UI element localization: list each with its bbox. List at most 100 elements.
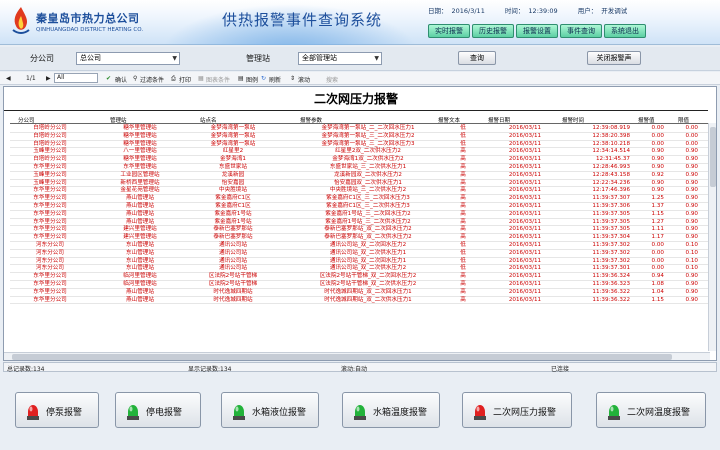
table-row[interactable]: 东华里分公司 金星花苑管理站 中央胜境站 中央胜境站_三_二次供水压力2 高 2016/0… — [10, 187, 708, 196]
company-name: 秦皇岛市热力总公司 — [36, 12, 140, 25]
table-row[interactable]: 东华里分公司 燕山管理站 紫金嘉府1号站 紫金嘉府1号站_三_二次回水压力2 高 2016… — [10, 211, 708, 219]
cell-alarm-time: 11:39:36.324 — [592, 273, 630, 280]
table-row[interactable]: 白塔岭分公司 糖华里管理站 金梦海湾第一泵站 金梦海湾第一泵站_二_二次回水压力1 低 2… — [10, 125, 708, 133]
alarm-light-bulb — [475, 405, 485, 416]
next-page-icon[interactable]: ▶ — [46, 75, 51, 82]
cell-alarm-value: 0.90 — [651, 148, 664, 155]
printer-icon: ⎙ — [171, 75, 176, 82]
cell-station: 燕山管理站 — [126, 202, 154, 209]
nav-exit-button[interactable]: 系统退出 — [604, 24, 646, 38]
filter-button[interactable]: 过滤条件 — [140, 75, 164, 84]
nav-history-alarm-button[interactable]: 历史报警 — [472, 24, 514, 38]
scroll-button[interactable]: 滚动 — [298, 75, 310, 84]
search-button[interactable]: 搜索 — [326, 75, 338, 84]
table-row[interactable]: 东华里分公司 燕山管理站 时代逸城四期站 时代逸城四期站_双_二次回水压力1 高 2016… — [10, 289, 708, 297]
cell-substation: 通讯公司站 — [219, 257, 247, 264]
confirm-button[interactable]: 确认 — [115, 75, 127, 84]
company-select[interactable]: 总公司 ▼ — [76, 52, 180, 65]
vertical-scrollbar[interactable] — [708, 123, 716, 351]
legend-button[interactable]: 图例 — [246, 75, 258, 84]
cell-station: 糖华里管理站 — [123, 132, 157, 139]
nav-realtime-alarm-button[interactable]: 实时报警 — [428, 24, 470, 38]
cell-alarm-time: 12:31:45.37 — [595, 156, 630, 163]
table-row[interactable]: 东华里分公司 东华里管理站 东盛世家站 东盛世家站_三_二次供水压力1 高 2016/03… — [10, 164, 708, 172]
shown-records: 显示记录数:134 — [188, 366, 232, 373]
cell-alarm-time: 11:39:37.307 — [592, 195, 630, 202]
cell-limit: 0.90 — [685, 234, 698, 241]
horizontal-scrollbar[interactable] — [4, 352, 710, 360]
date-label: 日期： — [428, 7, 448, 15]
table-row[interactable]: 东华里分公司 临河里管理站 区法院2号站干管梯 区法院2号站干管梯_双_二次供水压力2… — [10, 281, 708, 289]
cell-alarm-text: 高 — [460, 156, 466, 163]
power-outage-alarm-button[interactable]: 停电报警 — [115, 392, 201, 428]
cell-company: 白塔岭分公司 — [33, 140, 67, 147]
column-header-alarm-param: 报警参数 — [300, 118, 323, 124]
cell-alarm-time: 11:39:36.323 — [592, 280, 630, 287]
table-row[interactable]: 白塔岭分公司 糖华里管理站 金梦海湾第一泵站 金梦海湾第一泵站_三_二次回水压力2 低 2… — [10, 133, 708, 141]
table-row[interactable]: 东华里分公司 建兴里管理站 泰新巴塞罗那站 泰新巴塞罗那站_双_二次供水压力2 高 201… — [10, 234, 708, 242]
cell-limit: 0.10 — [685, 241, 698, 248]
cell-alarm-text: 高 — [460, 179, 466, 186]
tank-level-alarm-button[interactable]: 水箱液位报警 — [221, 392, 319, 428]
table-row[interactable]: 东华里分公司 建兴里管理站 泰新巴塞罗那站 泰新巴塞罗那站_双_二次回水压力2 高 201… — [10, 226, 708, 235]
refresh-icon: ↻ — [261, 75, 267, 82]
page-scope-select[interactable]: All — [54, 73, 98, 83]
station-filter-label: 管理站 — [246, 54, 270, 63]
cell-substation: 龙溪新园 — [221, 171, 245, 178]
cell-alarm-time: 12:39:08.919 — [592, 125, 630, 131]
cell-station: 燕山管理站 — [126, 210, 154, 217]
table-row[interactable]: 河东分公司 东山管理站 通讯公司站 通讯公司站_双_二次供水压力2 低 2016/03/1… — [10, 265, 708, 274]
cell-alarm-value: 1.37 — [651, 202, 664, 209]
chart-settings-button[interactable]: 图表条件 — [206, 75, 230, 84]
cell-limit: 0.90 — [685, 296, 698, 303]
chevron-down-icon: ▼ — [172, 55, 177, 62]
cell-substation: 时代逸城四期站 — [213, 296, 253, 303]
cell-alarm-text: 低 — [460, 140, 466, 147]
secondary-temperature-alarm-button[interactable]: 二次网温度报警 — [596, 392, 706, 428]
refresh-button[interactable]: 刷新 — [269, 75, 281, 84]
table-row[interactable]: 东华里分公司 燕山管理站 时代逸城四期站 时代逸城四期站_双_二次供水压力1 高 2016… — [10, 297, 708, 305]
scroll-icon: ⇕ — [290, 75, 296, 82]
table-row[interactable]: 白塔岭分公司 糖华里管理站 金梦海湾1 金梦海湾1双_二次供水压力2 高 2016/03/… — [10, 156, 708, 164]
cell-alarm-text: 高 — [460, 202, 466, 209]
cell-alarm-value: 0.90 — [651, 156, 664, 163]
column-header-alarm-time: 报警时间 — [562, 118, 585, 124]
first-page-icon[interactable]: ◀ — [6, 75, 11, 82]
close-alarm-sound-button[interactable]: 关闭报警声 — [587, 51, 641, 65]
cell-company: 东华里分公司 — [33, 296, 67, 303]
table-row[interactable]: 河东分公司 东山管理站 通讯公司站 通讯公司站_双_二次回水压力2 低 2016/03/1… — [10, 242, 708, 250]
table-row[interactable]: 东华里分公司 燕山管理站 紫金嘉府C1区 紫金嘉府C1区_三_二次供水压力3 高 2016… — [10, 203, 708, 211]
table-row[interactable]: 河东分公司 东山管理站 通讯公司站 通讯公司站_双_二次供水压力1 低 2016/03/1… — [10, 250, 708, 258]
tank-temperature-alarm-button[interactable]: 水箱温度报警 — [342, 392, 440, 428]
time-value: 12:39:09 — [528, 7, 558, 15]
table-row[interactable]: 东华里分公司 燕山管理站 紫金嘉府C1区 紫金嘉府C1区_三_二次回水压力3 高 2016… — [10, 195, 708, 203]
table-row[interactable]: 东华里分公司 临河里管理站 区法院2号站干管梯 区法院2号站干管梯_双_二次回水压力2… — [10, 273, 708, 281]
cell-limit: 0.10 — [685, 249, 698, 256]
auto-scroll-status: 滚动:自动 — [341, 366, 368, 373]
cell-alarm-value: 0.00 — [651, 132, 664, 139]
nav-event-query-button[interactable]: 事件查询 — [560, 24, 602, 38]
cell-alarm-value: 1.27 — [651, 218, 664, 225]
header-info: 日期： 2016/3/11 时间： 12:39:09 用户： 开发调试 — [428, 5, 645, 15]
cell-company: 河东分公司 — [36, 249, 64, 256]
cell-alarm-param: 紫金嘉府1号站_三_二次回水压力2 — [325, 210, 411, 217]
horizontal-scrollbar-thumb[interactable] — [12, 354, 672, 360]
nav-alarm-settings-button[interactable]: 报警设置 — [516, 24, 558, 38]
company-filter-label: 分公司 — [30, 54, 54, 63]
cell-station: 建兴里管理站 — [123, 234, 157, 241]
station-select[interactable]: 全部管理站 ▼ — [298, 52, 382, 65]
table-row[interactable]: 玉峰里分公司 工业园区管理站 龙溪新园 龙溪新园双_二次供水压力2 高 2016/03/1… — [10, 172, 708, 180]
query-button[interactable]: 查询 — [458, 51, 496, 65]
secondary-pressure-alarm-button[interactable]: 二次网压力报警 — [462, 392, 572, 428]
cell-alarm-param: 通讯公司站_双_二次供水压力1 — [329, 249, 407, 256]
cell-alarm-param: 时代逸城四期站_双_二次回水压力1 — [324, 288, 412, 295]
cell-alarm-param: 金梦海湾第一泵站_二_二次回水压力1 — [321, 125, 415, 131]
vertical-scrollbar-thumb[interactable] — [710, 127, 716, 187]
cell-alarm-text: 高 — [460, 288, 466, 295]
cell-alarm-text: 低 — [460, 265, 466, 272]
cell-substation: 区法院2号站干管梯 — [208, 280, 258, 287]
pump-stop-alarm-button[interactable]: 停泵报警 — [15, 392, 99, 428]
print-button[interactable]: 打印 — [179, 75, 191, 84]
time-label: 时间： — [504, 7, 525, 15]
cell-alarm-text: 高 — [460, 171, 466, 178]
